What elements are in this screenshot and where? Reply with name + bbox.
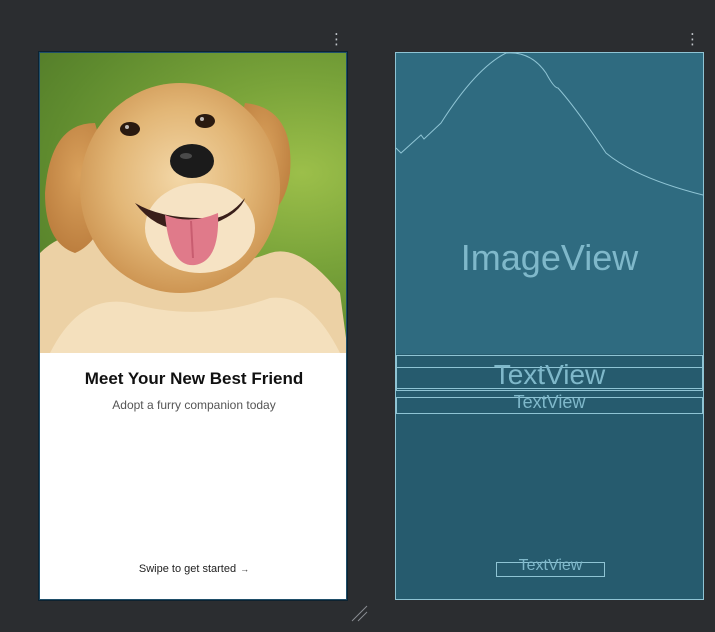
textview-title-label: TextView <box>493 359 606 390</box>
resize-handle-icon[interactable] <box>350 604 368 622</box>
swipe-to-start-text[interactable]: Swipe to get started → <box>40 563 346 575</box>
textview-cta-label: TextView <box>518 557 583 574</box>
blueprint-options-menu-icon[interactable]: ⋮ <box>685 32 700 47</box>
design-options-menu-icon[interactable]: ⋮ <box>329 32 344 47</box>
cta-label: Swipe to get started <box>138 563 237 575</box>
design-preview[interactable]: Meet Your New Best Friend Adopt a furry … <box>38 51 348 601</box>
dog-image <box>40 53 346 353</box>
subtitle-text: Adopt a furry companion today <box>112 398 276 412</box>
textview-subtitle-label: TextView <box>513 392 586 412</box>
imageview-outline[interactable]: ImageView <box>396 53 703 354</box>
blueprint-preview[interactable]: ImageView TextView TextView TextView <box>395 52 704 600</box>
image-silhouette-outline <box>396 53 703 196</box>
imageview-label: ImageView <box>460 237 639 278</box>
title-text: Meet Your New Best Friend <box>84 369 304 388</box>
dog-photo-illustration <box>40 83 346 353</box>
arrow-right-icon: → <box>240 564 250 574</box>
